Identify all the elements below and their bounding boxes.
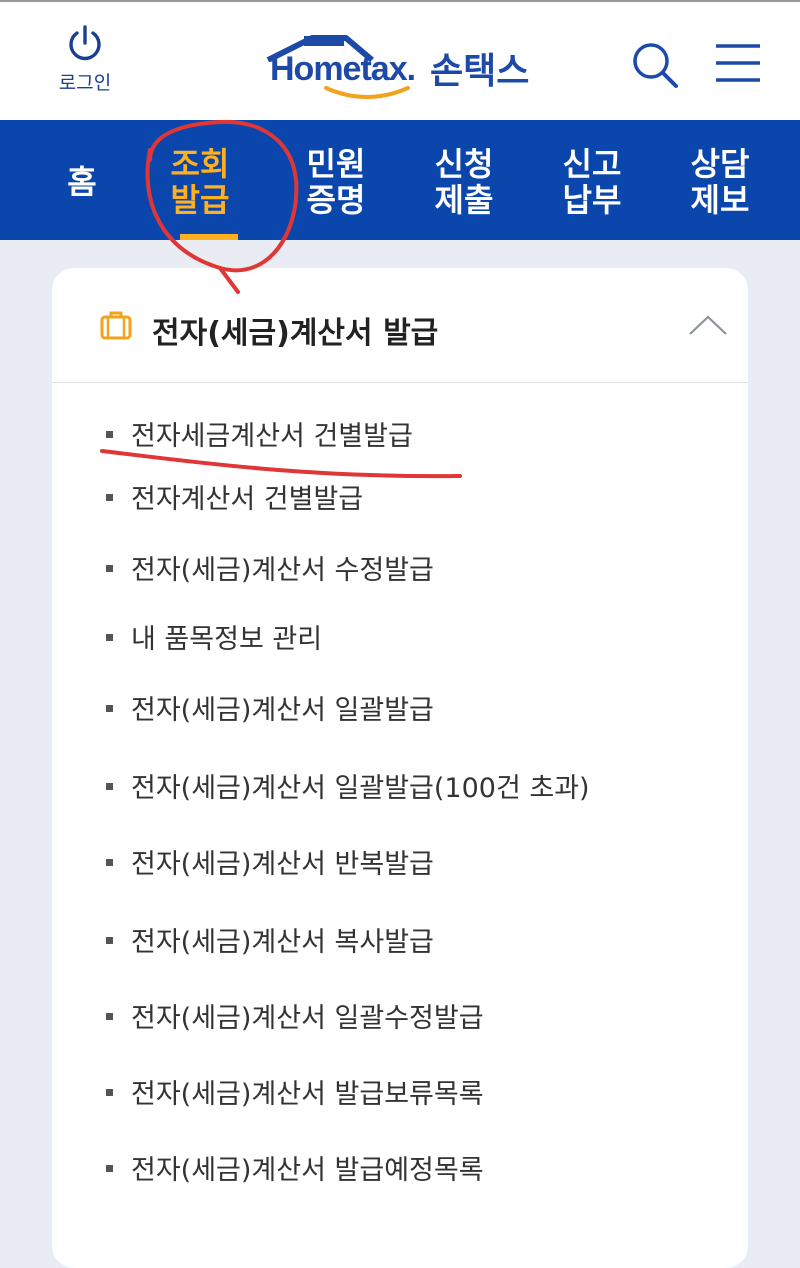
submenu-label: 전자(세금)계산서 일괄수정발급 [131,1003,484,1034]
submenu-item-bulk-100[interactable]: 전자(세금)계산서 일괄발급(100건 초과) [106,766,590,816]
active-tab-indicator [180,234,238,240]
bullet-icon [106,705,113,712]
bullet-icon [106,431,113,438]
submenu-label: 전자(세금)계산서 복사발급 [131,927,434,958]
submenu-label: 전자(세금)계산서 발급예정목록 [131,1155,484,1186]
login-button[interactable]: 로그인 [50,24,120,95]
bullet-icon [106,1013,113,1020]
nav-label: 홈 [67,163,97,201]
section-title: 전자(세금)계산서 발급 [152,316,439,351]
submenu-item-bulk-amend[interactable]: 전자(세금)계산서 일괄수정발급 [106,996,484,1046]
nav-label: 신고 납부 [562,145,622,219]
submenu-label: 전자(세금)계산서 발급보류목록 [131,1079,484,1110]
top-bar: 로그인 Hometax. 손택스 [0,0,800,120]
login-label: 로그인 [58,72,112,94]
bullet-icon [106,494,113,501]
bullet-icon [106,937,113,944]
submenu-item-repeat[interactable]: 전자(세금)계산서 반복발급 [106,842,434,892]
submenu-label: 내 품목정보 관리 [131,624,323,655]
power-icon [69,25,101,61]
submenu-item-hold-list[interactable]: 전자(세금)계산서 발급보류목록 [106,1072,484,1122]
menu-card: 전자(세금)계산서 발급 전자세금계산서 건별발급 전자계산서 건별발급 전자(… [52,268,748,1268]
bullet-icon [106,634,113,641]
chevron-up-icon[interactable] [688,314,728,336]
nav-label: 상담 제보 [690,145,750,219]
submenu-item-copy[interactable]: 전자(세금)계산서 복사발급 [106,920,434,970]
submenu-item-tax-invoice-single[interactable]: 전자세금계산서 건별발급 [106,414,413,464]
nav-label: 신청 제출 [434,145,494,219]
submenu-item-item-info[interactable]: 내 품목정보 관리 [106,617,322,667]
menu-button[interactable] [714,42,762,88]
main-nav: 홈 조회 발급 민원 증명 신청 제출 신고 납부 상담 제보 [0,120,800,240]
nav-item-home[interactable]: 홈 [32,120,132,240]
nav-item-civil-certificate[interactable]: 민원 증명 [286,120,386,240]
nav-item-consultation[interactable]: 상담 제보 [670,120,770,240]
briefcase-icon [100,311,132,340]
nav-label: 민원 증명 [306,145,366,219]
submenu-item-amend[interactable]: 전자(세금)계산서 수정발급 [106,548,434,598]
logo-korean-text: 손택스 [430,51,530,92]
search-icon [633,43,678,88]
nav-item-report-payment[interactable]: 신고 납부 [542,120,642,240]
bullet-icon [106,783,113,790]
submenu-label: 전자(세금)계산서 수정발급 [131,555,434,586]
submenu-label: 전자(세금)계산서 반복발급 [131,849,434,880]
bullet-icon [106,1089,113,1096]
submenu-label: 전자(세금)계산서 일괄발급(100건 초과) [131,773,590,804]
nav-label: 조회 발급 [170,145,230,219]
hamburger-icon [716,44,760,82]
nav-item-application[interactable]: 신청 제출 [414,120,514,240]
bullet-icon [106,1165,113,1172]
submenu-label: 전자세금계산서 건별발급 [131,421,413,452]
submenu-item-invoice-single[interactable]: 전자계산서 건별발급 [106,477,363,527]
hometax-logo[interactable]: Hometax. 손택스 [262,34,552,104]
submenu-label: 전자계산서 건별발급 [131,484,364,515]
section-header[interactable]: 전자(세금)계산서 발급 [52,268,748,383]
bullet-icon [106,565,113,572]
logo-smile-icon [324,86,410,99]
submenu-label: 전자(세금)계산서 일괄발급 [131,695,434,726]
submenu-item-bulk[interactable]: 전자(세금)계산서 일괄발급 [106,688,434,738]
nav-item-inquiry-issue[interactable]: 조회 발급 [150,120,250,240]
search-button[interactable] [630,40,680,94]
bullet-icon [106,859,113,866]
submenu-item-scheduled-list[interactable]: 전자(세금)계산서 발급예정목록 [106,1148,484,1198]
